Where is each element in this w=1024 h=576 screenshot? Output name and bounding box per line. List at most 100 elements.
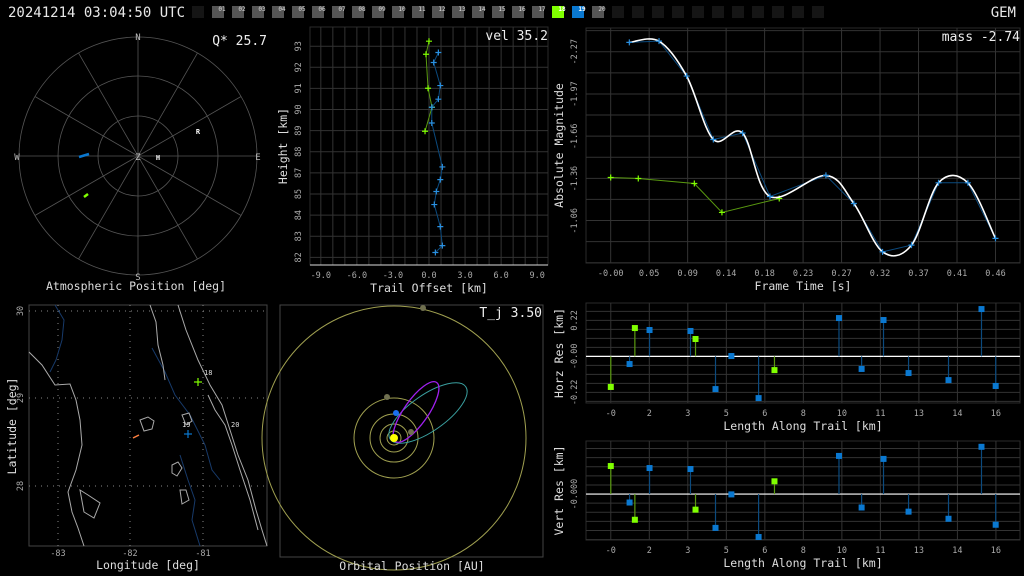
data-point-blue [437, 223, 444, 230]
station-toggle-empty[interactable] [792, 6, 804, 18]
orbit-panel: T_j 3.50 Orbital Position [AU] [261, 304, 544, 573]
station-label: 12 [438, 6, 446, 13]
station-label: 14 [478, 6, 486, 13]
station-toggle-empty[interactable] [732, 6, 744, 18]
map-ytick: 30 [16, 306, 26, 316]
data-point-blue [430, 59, 437, 66]
data-point-blue [626, 39, 633, 46]
x-tick-label: 16 [991, 409, 1001, 419]
x-tick-label: 16 [991, 546, 1001, 556]
map-xlabel: Longitude [deg] [96, 558, 200, 572]
station-label: 03 [258, 6, 266, 13]
chart-metric: mass -2.74 [942, 30, 1020, 45]
x-axis-label: Length Along Trail [km] [723, 419, 882, 433]
residual-point-blue [945, 377, 952, 384]
station-label: 17 [538, 6, 546, 13]
x-axis-label: Length Along Trail [km] [723, 556, 882, 570]
residual-point-blue [835, 452, 842, 459]
x-tick-label: 0.05 [639, 269, 659, 279]
station-toggle-empty[interactable] [772, 6, 784, 18]
residual-point-blue [992, 521, 999, 528]
x-tick-label: 6 [762, 546, 767, 556]
y-tick-label: 83 [294, 231, 304, 241]
station-toggle-empty[interactable] [752, 6, 764, 18]
station-toggle-empty[interactable] [192, 6, 204, 18]
residual-point-blue [755, 395, 762, 402]
y-tick-label: 92 [294, 62, 304, 72]
residual-point-blue [687, 466, 694, 473]
station-label: 18 [558, 6, 566, 13]
residual-point-blue [755, 534, 762, 541]
x-tick-label: 9.0 [530, 271, 545, 281]
map-ylabel: Latitude [deg] [5, 378, 19, 475]
data-point-green [422, 51, 429, 58]
station-label: 01 [218, 6, 226, 13]
y-tick-label: -2.27 [570, 39, 580, 65]
x-tick-label: -9.0 [311, 271, 331, 281]
residual-point-green [607, 463, 614, 470]
mars-icon [384, 394, 390, 400]
y-axis-label: Vert Res [km] [552, 445, 566, 535]
residual-point-blue [626, 499, 633, 506]
x-tick-label: 13 [914, 546, 924, 556]
y-axis-label: Absolute Magnitude [552, 83, 566, 208]
dashboard: 20241214 03:04:50 UTC 01 02 03 04 05 06 07 08 09… [5, 5, 1021, 573]
y-tick-label: 0.22 [570, 310, 580, 330]
x-tick-label: 0.09 [677, 269, 697, 279]
residual-point-blue [712, 524, 719, 531]
x-tick-label: 14 [952, 546, 962, 556]
station-label: 04 [278, 6, 286, 13]
x-tick-label: 2 [647, 546, 652, 556]
y-tick-label: -0.00 [570, 344, 580, 370]
data-point-blue [992, 235, 999, 242]
compass-n: N [135, 33, 140, 43]
jupiter-icon [420, 305, 426, 311]
x-tick-label: 0.27 [831, 269, 851, 279]
x-tick-label: -6.0 [347, 271, 367, 281]
horizontal-residual-chart: -0 2 3 5 6 8 10 11 13 14 16 0.22 -0.00 -0.22 Length Al… [552, 302, 1021, 433]
station-toggle-empty[interactable] [632, 6, 644, 18]
data-point-green [422, 128, 429, 135]
residual-point-blue [835, 315, 842, 322]
residual-point-green [631, 325, 638, 332]
station-label: 08 [358, 6, 366, 13]
x-tick-label: -0 [606, 546, 616, 556]
station-toggle-empty[interactable] [612, 6, 624, 18]
x-tick-label: -3.0 [383, 271, 403, 281]
residual-point-green [692, 506, 699, 513]
x-tick-label: 8 [801, 546, 806, 556]
y-tick-label: 89 [294, 126, 304, 136]
x-tick-label: 0.14 [716, 269, 736, 279]
polar-title: Atmospheric Position [deg] [46, 279, 226, 293]
map-xtick: -83 [50, 549, 65, 559]
station-toggle-empty[interactable] [692, 6, 704, 18]
residual-point-blue [880, 317, 887, 324]
y-tick-label: 87 [294, 168, 304, 178]
map-ytick: 28 [16, 481, 26, 491]
station-label: 16 [518, 6, 526, 13]
x-tick-label: -0 [606, 409, 616, 419]
x-tick-label: 8 [801, 409, 806, 419]
data-point-green [426, 38, 432, 45]
station-label: 10 [398, 6, 406, 13]
x-tick-label: 0.23 [793, 269, 813, 279]
x-axis-label: Frame Time [s] [755, 279, 852, 293]
q-star-metric: Q* 25.7 [212, 34, 267, 49]
data-point-blue [428, 119, 435, 126]
timestamp: 20241214 03:04:50 UTC [8, 5, 185, 21]
x-tick-label: 2 [647, 409, 652, 419]
x-tick-label: 0.32 [870, 269, 890, 279]
station-label: 07 [338, 6, 346, 13]
station-toggle-empty[interactable] [712, 6, 724, 18]
radiant-marker: R [196, 128, 201, 136]
residual-point-blue [945, 515, 952, 522]
residual-point-blue [992, 382, 999, 389]
y-tick-label: -0.22 [570, 380, 580, 406]
data-point-blue [437, 82, 444, 89]
station-toggle-empty[interactable] [652, 6, 664, 18]
x-tick-label: 3 [685, 546, 690, 556]
station-toggle-empty[interactable] [672, 6, 684, 18]
station-label: 13 [458, 6, 466, 13]
rivers [49, 304, 221, 547]
station-toggle-empty[interactable] [812, 6, 824, 18]
